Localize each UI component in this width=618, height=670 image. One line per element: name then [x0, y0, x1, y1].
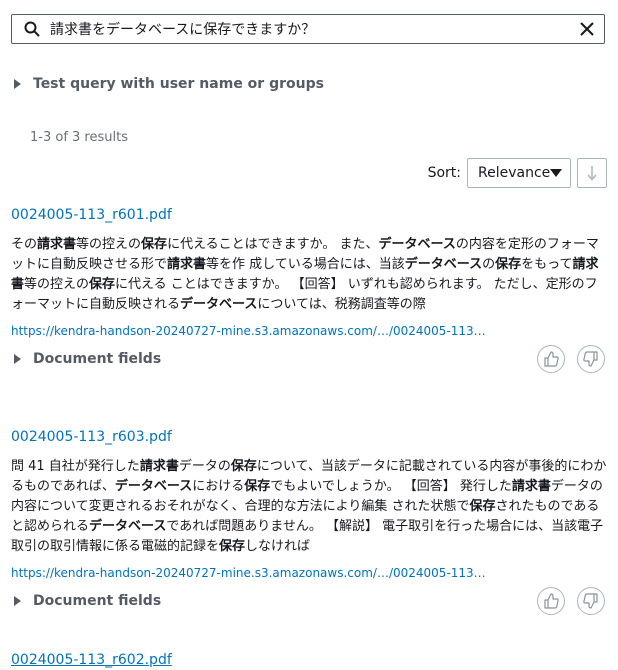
close-icon [580, 22, 594, 36]
clear-search-button[interactable] [576, 18, 598, 40]
result-title-link[interactable]: 0024005-113_r602.pdf [11, 650, 172, 670]
sort-select[interactable]: Relevance [467, 158, 571, 188]
highlighted-term: 請求書 [167, 257, 207, 272]
highlighted-term: データベース [378, 237, 456, 252]
sort-controls: Sort: Relevance [428, 158, 607, 188]
excerpt-text: 等の控えの [76, 237, 142, 252]
results-count: 1-3 of 3 results [30, 130, 128, 145]
result-item: 0024005-113_r601.pdf その請求書等の控えの保存に代えることは… [11, 205, 607, 375]
thumbs-up-button[interactable] [537, 345, 565, 373]
excerpt-text: その [11, 237, 38, 252]
highlighted-term: 保存 [469, 499, 496, 514]
result-url-link[interactable]: https://kendra-handson-20240727-mine.s3.… [11, 565, 607, 581]
result-title-link[interactable]: 0024005-113_r601.pdf [11, 205, 607, 225]
result-excerpt: その請求書等の控えの保存に代えることはできますか。 また、データベースの内容を定… [11, 235, 607, 315]
excerpt-text: については、税務調査等の際 [257, 297, 426, 312]
excerpt-text: データの [178, 459, 231, 474]
highlighted-term: データベース [89, 519, 167, 534]
result-excerpt: 問 41 自社が発行した請求書データの保存について、当該データに記載されている内… [11, 457, 607, 557]
highlighted-term: 保存 [495, 257, 522, 272]
excerpt-text: しなければ [245, 539, 311, 554]
document-fields-label: Document fields [33, 351, 162, 367]
thumbs-up-button[interactable] [537, 587, 565, 615]
highlighted-term: 保存 [89, 277, 116, 292]
caret-down-icon [550, 169, 563, 177]
highlighted-term: データベース [114, 479, 193, 494]
document-fields-expander[interactable]: Document fields [14, 351, 161, 367]
excerpt-text: における [192, 479, 245, 494]
highlighted-term: 請求書 [139, 459, 179, 474]
excerpt-text: に代えることはできますか。 また、 [167, 237, 379, 252]
thumbs-down-button[interactable] [577, 345, 605, 373]
sort-direction-button[interactable] [577, 158, 607, 188]
thumbs-up-icon [544, 351, 559, 367]
result-item: 0024005-113_r603.pdf 問 41 自社が発行した請求書データの… [11, 427, 607, 617]
test-query-label: Test query with user name or groups [33, 76, 324, 92]
excerpt-text: 等を作 成している場合には、当該 [206, 257, 405, 272]
excerpt-text: 問 41 自社が発行した [11, 459, 140, 474]
highlighted-term: データベース [404, 257, 483, 272]
thumbs-down-icon [583, 593, 598, 609]
highlighted-term: 保存 [244, 479, 271, 494]
document-fields-expander[interactable]: Document fields [14, 593, 161, 609]
result-footer: Document fields [11, 343, 607, 375]
thumbs-down-icon [583, 351, 598, 367]
sort-label: Sort: [427, 165, 461, 181]
document-fields-label: Document fields [33, 593, 162, 609]
result-url-link[interactable]: https://kendra-handson-20240727-mine.s3.… [11, 323, 607, 339]
highlighted-term: 請求書 [37, 237, 77, 252]
search-icon [22, 19, 42, 39]
search-input[interactable] [42, 21, 576, 37]
arrow-down-icon [587, 166, 597, 181]
sort-selected-value: Relevance [478, 165, 551, 181]
excerpt-text: でもよいでしょうか。 【回答】 発行した [270, 479, 512, 494]
excerpt-text: 等の控えの [24, 277, 90, 292]
result-footer: Document fields [11, 585, 607, 617]
result-title-link[interactable]: 0024005-113_r603.pdf [11, 427, 607, 447]
highlighted-term: 保存 [141, 237, 168, 252]
highlighted-term: 保存 [230, 459, 257, 474]
thumbs-up-icon [544, 593, 559, 609]
excerpt-text: の [482, 257, 496, 272]
caret-right-icon [14, 79, 21, 89]
caret-right-icon [14, 596, 21, 606]
thumbs-down-button[interactable] [577, 587, 605, 615]
highlighted-term: データベース [180, 297, 258, 312]
highlighted-term: 保存 [219, 539, 246, 554]
test-query-expander[interactable]: Test query with user name or groups [14, 76, 324, 92]
excerpt-text: をもって [521, 257, 573, 272]
caret-right-icon [14, 354, 21, 364]
highlighted-term: 請求書 [511, 479, 551, 494]
search-bar [11, 14, 605, 44]
